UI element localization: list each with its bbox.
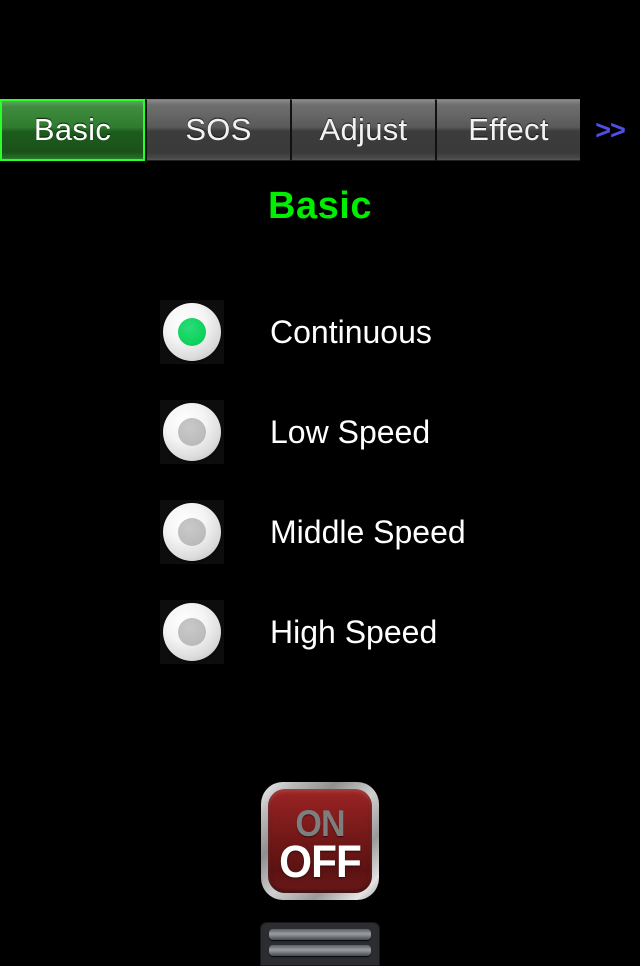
tab-effect[interactable]: Effect: [435, 99, 580, 161]
app-root: Basic SOS Adjust Effect >> Basic Continu…: [0, 0, 640, 966]
power-on-off-button[interactable]: ON OFF: [261, 782, 379, 900]
radio-button-middle-speed[interactable]: [160, 500, 224, 564]
tab-sos[interactable]: SOS: [145, 99, 290, 161]
radio-outer-ring-icon: [163, 303, 221, 361]
option-row-low-speed[interactable]: Low Speed: [0, 400, 640, 500]
radio-button-low-speed[interactable]: [160, 400, 224, 464]
tab-bar: Basic SOS Adjust Effect >>: [0, 99, 640, 161]
radio-outer-ring-icon: [163, 403, 221, 461]
power-button-off-label: OFF: [279, 836, 362, 887]
radio-button-continuous[interactable]: [160, 300, 224, 364]
grip-bar-icon: [269, 929, 371, 940]
bottom-drawer-handle[interactable]: [260, 922, 380, 966]
option-label-middle-speed: Middle Speed: [270, 514, 466, 550]
radio-outer-ring-icon: [163, 503, 221, 561]
tab-sos-label: SOS: [185, 112, 252, 147]
mode-option-list: Continuous Low Speed Middle Speed High S…: [0, 300, 640, 700]
tab-basic-label: Basic: [33, 112, 112, 147]
option-label-low-speed: Low Speed: [270, 414, 431, 450]
radio-inner-dot-icon: [178, 618, 206, 646]
grip-bar-icon: [269, 945, 371, 956]
page-title: Basic: [268, 185, 372, 227]
option-row-continuous[interactable]: Continuous: [0, 300, 640, 400]
radio-inner-dot-icon: [178, 418, 206, 446]
option-row-high-speed[interactable]: High Speed: [0, 600, 640, 700]
radio-inner-dot-icon: [178, 318, 206, 346]
option-label-continuous: Continuous: [270, 314, 432, 350]
option-label-high-speed: High Speed: [270, 614, 438, 650]
tab-adjust-label: Adjust: [319, 112, 408, 147]
top-black-area: [0, 0, 640, 99]
power-button-face: ON OFF: [268, 789, 372, 893]
option-row-middle-speed[interactable]: Middle Speed: [0, 500, 640, 600]
tab-adjust[interactable]: Adjust: [290, 99, 435, 161]
more-tabs-arrow-icon[interactable]: >>: [580, 99, 640, 161]
radio-button-high-speed[interactable]: [160, 600, 224, 664]
tab-effect-label: Effect: [468, 112, 549, 147]
power-button-area: ON OFF: [0, 782, 640, 900]
radio-inner-dot-icon: [178, 518, 206, 546]
radio-outer-ring-icon: [163, 603, 221, 661]
tab-basic[interactable]: Basic: [0, 99, 145, 161]
